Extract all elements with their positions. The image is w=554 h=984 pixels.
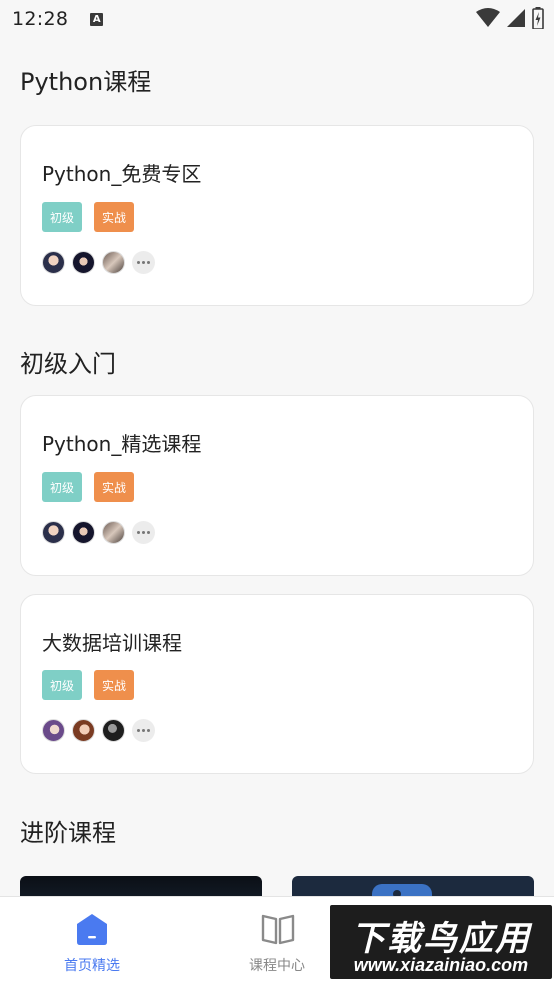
watermark-url: www.xiazainiao.com <box>353 955 529 975</box>
more-icon[interactable] <box>132 719 155 742</box>
avatar <box>102 521 125 544</box>
avatar <box>72 251 95 274</box>
more-icon[interactable] <box>132 521 155 544</box>
learner-avatars <box>42 521 155 544</box>
learner-avatars <box>42 251 155 274</box>
python-logo-icon <box>372 884 432 896</box>
watermark-title: 下载鸟应用 <box>351 919 531 959</box>
tag-practice: 实战 <box>94 670 134 700</box>
course-tags: 初级 实战 <box>42 670 134 700</box>
signal-icon <box>507 9 525 27</box>
tab-home[interactable]: 首页精选 <box>0 897 184 984</box>
status-time: 12:28 <box>12 8 69 30</box>
avatar <box>102 251 125 274</box>
section-title-advanced: 进阶课程 <box>20 819 116 847</box>
notification-icon: A <box>90 12 104 26</box>
status-indicators <box>476 7 544 29</box>
book-icon <box>261 914 295 945</box>
avatar <box>42 251 65 274</box>
course-title: 大数据培训课程 <box>42 631 182 655</box>
course-tags: 初级 实战 <box>42 202 134 232</box>
tag-level: 初级 <box>42 670 82 700</box>
main-content[interactable]: Python课程 Python_免费专区 初级 实战 初级入门 Python_精… <box>0 38 554 896</box>
avatar <box>102 719 125 742</box>
tag-practice: 实战 <box>94 472 134 502</box>
home-icon <box>77 914 107 945</box>
status-bar: 12:28 A <box>0 0 554 38</box>
course-card[interactable]: 大数据培训课程 初级 实战 <box>20 594 534 774</box>
course-thumbnail[interactable] <box>292 876 534 896</box>
tag-level: 初级 <box>42 472 82 502</box>
course-card[interactable]: Python_精选课程 初级 实战 <box>20 395 534 576</box>
course-thumbnail[interactable] <box>20 876 262 896</box>
avatar <box>72 719 95 742</box>
section-title-beginner: 初级入门 <box>20 350 116 378</box>
avatar <box>72 521 95 544</box>
tag-practice: 实战 <box>94 202 134 232</box>
section-title-python: Python课程 <box>20 68 152 96</box>
avatar <box>42 719 65 742</box>
avatar <box>42 521 65 544</box>
tab-label: 首页精选 <box>64 958 120 974</box>
tag-level: 初级 <box>42 202 82 232</box>
course-card[interactable]: Python_免费专区 初级 实战 <box>20 125 534 306</box>
watermark-logo: 下载鸟应用 www.xiazainiao.com <box>330 905 552 979</box>
course-title: Python_精选课程 <box>42 432 202 456</box>
learner-avatars <box>42 719 155 742</box>
course-tags: 初级 实战 <box>42 472 134 502</box>
battery-icon <box>532 7 544 29</box>
course-title: Python_免费专区 <box>42 162 202 186</box>
wifi-icon <box>476 8 500 27</box>
more-icon[interactable] <box>132 251 155 274</box>
